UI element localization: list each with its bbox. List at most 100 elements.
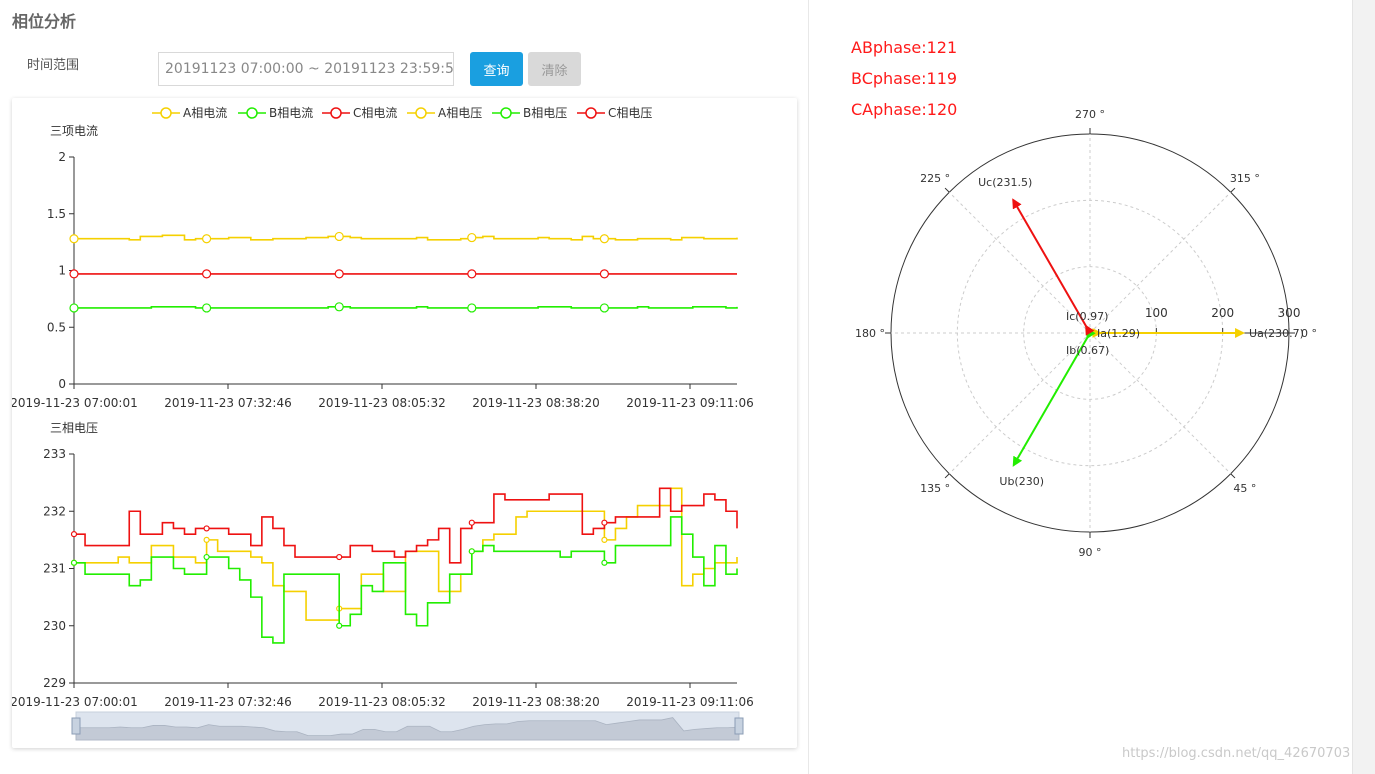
x-tick-label: 2019-11-23 07:00:01 xyxy=(12,396,138,410)
polar-chart: 270 ° 315 ° 0 ° 45 ° 90 ° 135 ° 180 ° 225 ° 100 2… xyxy=(840,96,1340,570)
series-point xyxy=(203,525,210,532)
x-tick-label: 2019-11-23 07:00:01 xyxy=(12,695,138,709)
zoom-handle-left xyxy=(71,717,81,735)
page-title: 相位分析 xyxy=(12,12,77,31)
legend-label: A相电流 xyxy=(183,106,227,120)
data-zoom-slider xyxy=(71,711,744,741)
legend-label: B相电压 xyxy=(523,106,567,120)
radius-tick-label: 300 xyxy=(1278,306,1301,320)
y-tick-label: 229 xyxy=(43,676,66,690)
series-point xyxy=(69,303,79,313)
legend-marker xyxy=(330,107,342,119)
radius-tick-label: 200 xyxy=(1211,306,1234,320)
phasor-vectors: Ua(230.7) Ub(230) Uc(231.5) Ia(1.29) Ib(0.67… xyxy=(978,176,1304,488)
current-vector-label: Ia(1.29) xyxy=(1097,327,1140,340)
legend-label: C相电压 xyxy=(608,106,652,120)
line-charts-svg: A相电流 B相电流 C相电流 A相电压 B相电压 C相电压三项电流 0 0.5 1 1.5 2 201… xyxy=(12,106,754,741)
angle-label: 45 ° xyxy=(1233,482,1256,495)
series-point xyxy=(601,519,608,526)
series-point xyxy=(69,269,79,279)
angle-label: 315 ° xyxy=(1230,172,1260,185)
voltage-vector-label: Uc(231.5) xyxy=(978,176,1032,189)
angle-tick xyxy=(944,187,950,193)
current-vector xyxy=(1085,324,1095,336)
legend-label: B相电流 xyxy=(269,106,313,120)
series-point xyxy=(202,234,212,244)
series-point xyxy=(336,553,343,561)
zoom-handle-right xyxy=(734,717,744,735)
query-button[interactable]: 查询 xyxy=(470,52,523,86)
left-panel: 相位分析 时间范围 查询 清除 A相电流 B相电流 C相电流 A相电压 B相电压 C相电压… xyxy=(0,0,808,774)
polar-grid: 270 °315 °0 °45 °90 °135 °180 °225 °100 2… xyxy=(855,108,1317,559)
y-tick-label: 231 xyxy=(43,562,66,576)
series-point xyxy=(601,536,608,543)
polar-spoke xyxy=(1089,332,1232,475)
series-line xyxy=(74,516,738,644)
series-point xyxy=(203,536,210,543)
series-point xyxy=(334,231,344,242)
x-tick-label: 2019-11-23 08:05:32 xyxy=(318,396,445,410)
y-tick-label: 233 xyxy=(43,447,66,461)
series-point xyxy=(203,553,210,561)
line-charts-card: A相电流 B相电流 C相电流 A相电压 B相电压 C相电压 三项电流 0 0.5 1 1.5 2 201… xyxy=(12,98,797,748)
y-tick-label: 1.5 xyxy=(47,207,66,221)
x-tick-label: 2019-11-23 08:38:20 xyxy=(472,695,599,709)
chart-title: 三项电流 xyxy=(50,124,98,138)
series-point xyxy=(467,303,477,313)
ab-phase-label: ABphase:121 xyxy=(851,38,958,57)
panel-divider xyxy=(808,0,809,774)
polar-chart-svg: 270 °315 °0 °45 °90 °135 °180 °225 °100 2… xyxy=(855,108,1317,559)
legend-item: B相电压 xyxy=(492,106,567,120)
series-point xyxy=(334,302,344,312)
series-point xyxy=(202,269,212,279)
voltage-chart: 三相电压 229 230 231 232 233 2019-11-23 07:00:01 20… xyxy=(12,421,754,709)
legend-item: C相电压 xyxy=(577,106,652,120)
chart-title: 三相电压 xyxy=(50,421,98,435)
watermark: https://blog.csdn.net/qq_42670703 xyxy=(1122,746,1351,761)
legend-marker xyxy=(500,107,512,119)
voltage-vector-label: Ub(230) xyxy=(999,475,1044,488)
current-vector xyxy=(1086,328,1096,340)
radius-tick-label: 100 xyxy=(1145,306,1168,320)
page-scrollbar[interactable] xyxy=(1352,0,1375,774)
x-tick-label: 2019-11-23 07:32:46 xyxy=(164,396,291,410)
series-point xyxy=(601,559,608,566)
legend-marker xyxy=(246,107,258,119)
x-tick-label: 2019-11-23 08:38:20 xyxy=(472,396,599,410)
series-point xyxy=(69,234,79,244)
voltage-vector-label: Ua(230.7) xyxy=(1249,327,1304,340)
legend-marker xyxy=(160,107,172,119)
series-point xyxy=(599,234,610,244)
series-point xyxy=(70,559,78,566)
legend-label: C相电流 xyxy=(353,106,397,120)
series-point xyxy=(334,269,344,279)
x-tick-label: 2019-11-23 07:32:46 xyxy=(164,695,291,709)
time-range-input[interactable] xyxy=(158,52,454,86)
y-tick-label: 1 xyxy=(58,264,66,278)
y-tick-label: 232 xyxy=(43,504,66,518)
series-line xyxy=(74,234,738,241)
current-vector-label: Ib(0.67) xyxy=(1066,344,1109,357)
current-chart: 三项电流 0 0.5 1 1.5 2 2019-11-23 07:00:01 2019-11-… xyxy=(12,124,754,410)
series-point xyxy=(468,519,475,526)
legend-marker xyxy=(585,107,597,119)
angle-label: 135 ° xyxy=(920,482,950,495)
y-tick-label: 230 xyxy=(43,619,66,633)
series-point xyxy=(336,622,343,629)
series-point xyxy=(467,232,477,243)
angle-label: 90 ° xyxy=(1079,546,1102,559)
angle-label: 270 ° xyxy=(1075,108,1105,121)
y-tick-label: 0 xyxy=(58,377,66,391)
current-vector-label: Ic(0.97) xyxy=(1066,310,1108,323)
legend-item: B相电流 xyxy=(238,106,313,120)
x-tick-label: 2019-11-23 09:11:06 xyxy=(626,396,753,410)
clear-button[interactable]: 清除 xyxy=(528,52,581,86)
x-tick-label: 2019-11-23 09:11:06 xyxy=(626,695,753,709)
legend-item: A相电压 xyxy=(407,106,482,120)
series-point xyxy=(467,269,477,279)
series-line xyxy=(74,306,738,309)
angle-label: 180 ° xyxy=(855,327,885,340)
y-tick-label: 2 xyxy=(58,150,66,164)
angle-tick xyxy=(1230,473,1236,479)
legend-label: A相电压 xyxy=(438,106,482,120)
